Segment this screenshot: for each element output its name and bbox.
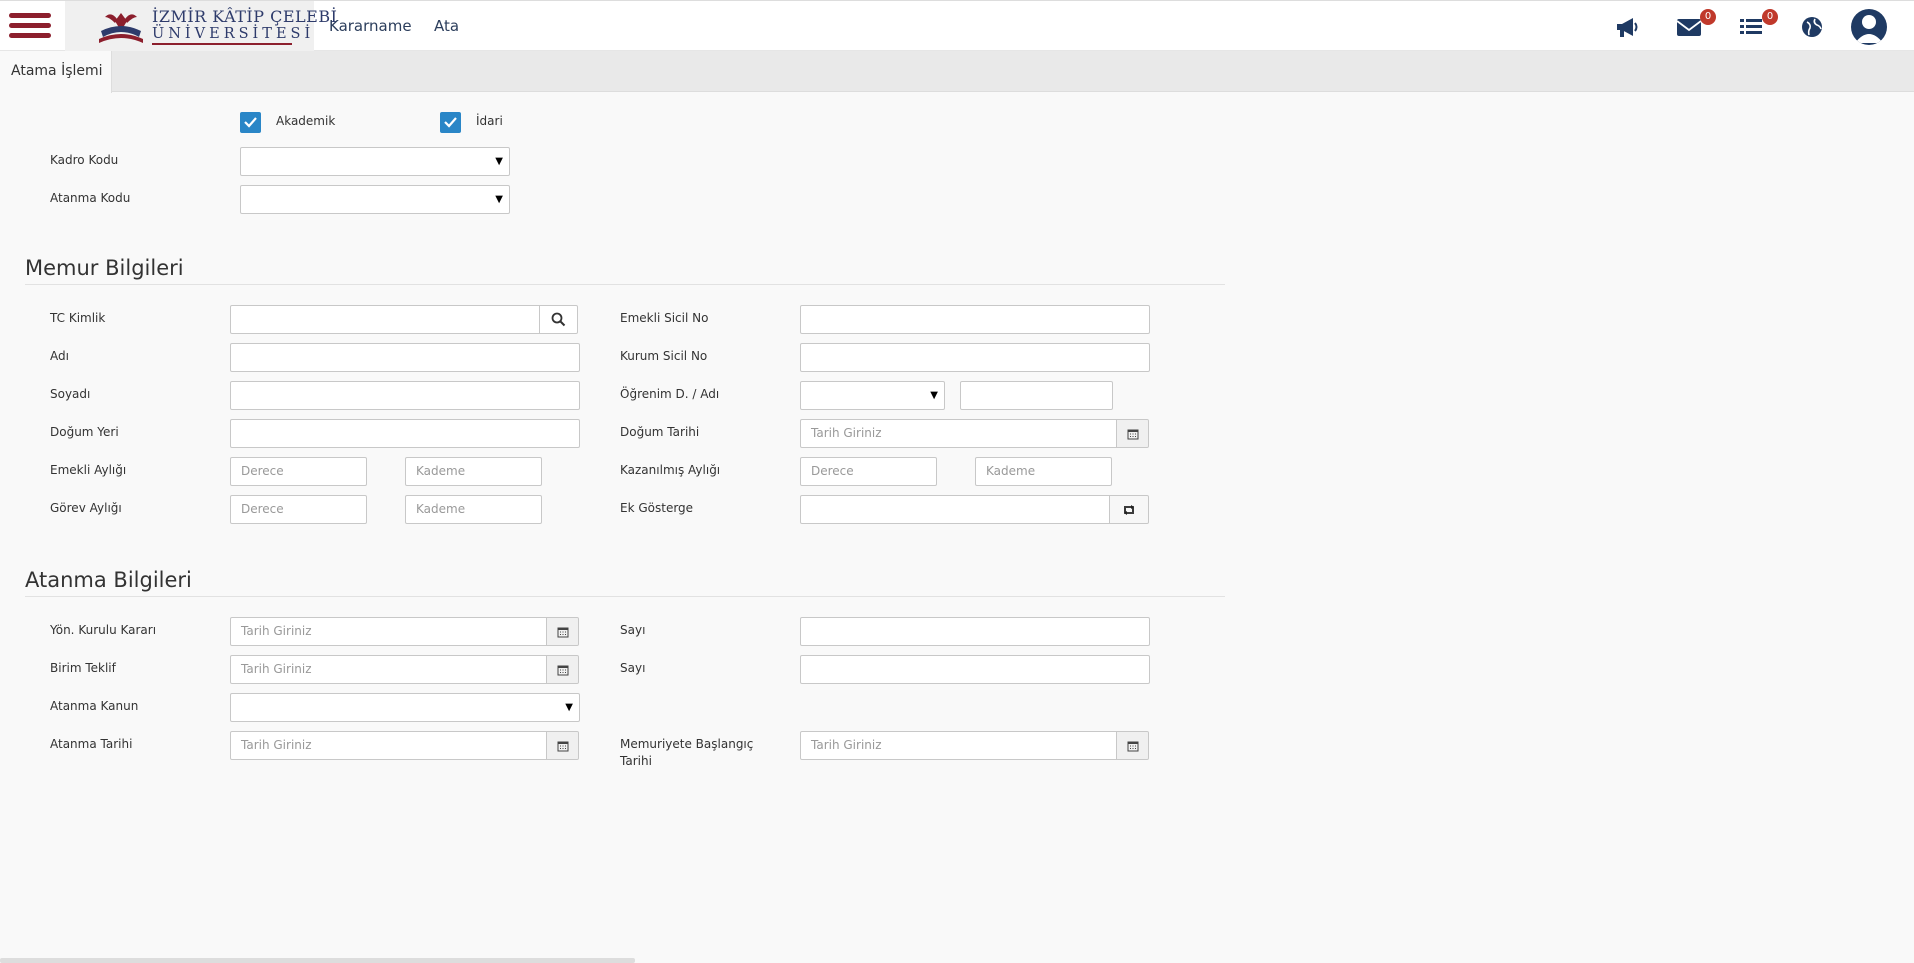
atanma-kanun-label: Atanma Kanun bbox=[50, 699, 139, 713]
check-icon bbox=[444, 117, 457, 128]
logo-line1: İZMİR KÂTİP ÇELEBİ bbox=[152, 7, 338, 26]
mail-badge: 0 bbox=[1700, 9, 1716, 25]
dogum-tarihi-input[interactable]: Tarih Giriniz bbox=[800, 419, 1149, 448]
birim-teklif-input[interactable]: Tarih Giriniz bbox=[230, 655, 579, 684]
top-bar: İZMİR KÂTİP ÇELEBİ ÜNİVERSİTESİ Kararnam… bbox=[0, 0, 1914, 52]
calendar-icon[interactable] bbox=[1116, 420, 1148, 447]
emekli-ayligi-label: Emekli Aylığı bbox=[50, 463, 127, 477]
tab-atama-islemi[interactable]: Atama İşlemi bbox=[0, 51, 112, 93]
adi-label: Adı bbox=[50, 349, 69, 363]
tab-bar: Atama İşlemi bbox=[0, 51, 1914, 93]
tc-kimlik-input[interactable] bbox=[230, 305, 578, 334]
adi-input[interactable] bbox=[230, 343, 580, 372]
sayi-input-2[interactable] bbox=[800, 655, 1150, 684]
list-badge: 0 bbox=[1762, 9, 1778, 25]
atanma-tarihi-input[interactable]: Tarih Giriniz bbox=[230, 731, 579, 760]
emekli-sicil-no-label: Emekli Sicil No bbox=[620, 311, 709, 325]
menu-icon[interactable] bbox=[9, 13, 51, 41]
divider bbox=[25, 284, 1225, 285]
birim-teklif-label: Birim Teklif bbox=[50, 661, 116, 675]
akademik-label: Akademik bbox=[276, 114, 336, 128]
memuriyete-baslangic-input[interactable]: Tarih Giriniz bbox=[800, 731, 1149, 760]
sayi-input-1[interactable] bbox=[800, 617, 1150, 646]
yon-kurulu-karari-label: Yön. Kurulu Kararı bbox=[50, 623, 157, 637]
ek-gosterge-input[interactable] bbox=[800, 495, 1149, 524]
yon-kurulu-karari-input[interactable]: Tarih Giriniz bbox=[230, 617, 579, 646]
kazanilmis-derece-input[interactable]: Derece bbox=[800, 457, 937, 486]
soyadi-input[interactable] bbox=[230, 381, 580, 410]
atanma-tarihi-label: Atanma Tarihi bbox=[50, 737, 133, 751]
sayi-label-2: Sayı bbox=[620, 661, 646, 675]
logo-underline bbox=[152, 43, 292, 45]
divider bbox=[25, 596, 1225, 597]
nav-kararname[interactable]: Kararname bbox=[329, 17, 412, 35]
ogrenim-label: Öğrenim D. / Adı bbox=[620, 387, 720, 401]
gorev-kademe-input[interactable]: Kademe bbox=[405, 495, 542, 524]
akademik-checkbox[interactable] bbox=[240, 112, 261, 133]
yon-kurulu-karari-placeholder: Tarih Giriniz bbox=[241, 624, 312, 638]
refresh-icon[interactable] bbox=[1109, 496, 1148, 523]
user-icon[interactable] bbox=[1851, 9, 1887, 45]
dogum-yeri-input[interactable] bbox=[230, 419, 580, 448]
memur-bilgileri-title: Memur Bilgileri bbox=[25, 256, 184, 280]
nav-ata[interactable]: Ata bbox=[434, 17, 459, 35]
kazanilmis-ayligi-label: Kazanılmış Aylığı bbox=[620, 463, 721, 477]
atanma-bilgileri-title: Atanma Bilgileri bbox=[25, 568, 192, 592]
calendar-icon[interactable] bbox=[546, 618, 578, 645]
university-logo[interactable]: İZMİR KÂTİP ÇELEBİ ÜNİVERSİTESİ bbox=[65, 1, 337, 52]
megaphone-icon[interactable] bbox=[1614, 14, 1642, 40]
horizontal-scrollbar[interactable] bbox=[0, 958, 635, 963]
emekli-sicil-no-input[interactable] bbox=[800, 305, 1150, 334]
birim-teklif-placeholder: Tarih Giriniz bbox=[241, 662, 312, 676]
kadro-kodu-select[interactable]: ▼ bbox=[240, 147, 510, 176]
calendar-icon[interactable] bbox=[546, 656, 578, 683]
tc-kimlik-label: TC Kimlik bbox=[50, 311, 106, 325]
emekli-derece-input[interactable]: Derece bbox=[230, 457, 367, 486]
calendar-icon[interactable] bbox=[1116, 732, 1148, 759]
sayi-label-1: Sayı bbox=[620, 623, 646, 637]
caret-down-icon: ▼ bbox=[930, 390, 938, 401]
caret-down-icon: ▼ bbox=[565, 702, 573, 713]
logo-line2: ÜNİVERSİTESİ bbox=[152, 26, 315, 42]
dogum-tarihi-label: Doğum Tarihi bbox=[620, 425, 700, 439]
idari-checkbox[interactable] bbox=[440, 112, 461, 133]
ogrenim-derece-select[interactable]: ▼ bbox=[800, 381, 945, 410]
soyadi-label: Soyadı bbox=[50, 387, 91, 401]
kurum-sicil-no-input[interactable] bbox=[800, 343, 1150, 372]
dogum-yeri-label: Doğum Yeri bbox=[50, 425, 119, 439]
caret-down-icon: ▼ bbox=[495, 194, 503, 205]
caret-down-icon: ▼ bbox=[495, 156, 503, 167]
gorev-derece-input[interactable]: Derece bbox=[230, 495, 367, 524]
kurum-sicil-no-label: Kurum Sicil No bbox=[620, 349, 708, 363]
memuriyete-baslangic-label-line1: Memuriyete Başlangıç bbox=[620, 737, 754, 751]
atanma-kodu-select[interactable]: ▼ bbox=[240, 185, 510, 214]
globe-icon[interactable] bbox=[1799, 14, 1827, 40]
atanma-kodu-label: Atanma Kodu bbox=[50, 191, 131, 205]
ek-gosterge-label: Ek Gösterge bbox=[620, 501, 694, 515]
atanma-kanun-select[interactable]: ▼ bbox=[230, 693, 580, 722]
ogrenim-adi-input[interactable] bbox=[960, 381, 1113, 410]
kazanilmis-kademe-input[interactable]: Kademe bbox=[975, 457, 1112, 486]
university-emblem-icon bbox=[99, 13, 143, 43]
check-icon bbox=[244, 117, 257, 128]
kadro-kodu-label: Kadro Kodu bbox=[50, 153, 119, 167]
search-icon[interactable] bbox=[539, 306, 577, 333]
memuriyete-baslangic-label-line2: Tarihi bbox=[620, 754, 652, 768]
gorev-ayligi-label: Görev Aylığı bbox=[50, 501, 122, 515]
idari-label: İdari bbox=[476, 114, 503, 128]
memuriyete-baslangic-placeholder: Tarih Giriniz bbox=[811, 738, 882, 752]
atanma-tarihi-placeholder: Tarih Giriniz bbox=[241, 738, 312, 752]
dogum-tarihi-placeholder: Tarih Giriniz bbox=[811, 426, 882, 440]
emekli-kademe-input[interactable]: Kademe bbox=[405, 457, 542, 486]
calendar-icon[interactable] bbox=[546, 732, 578, 759]
